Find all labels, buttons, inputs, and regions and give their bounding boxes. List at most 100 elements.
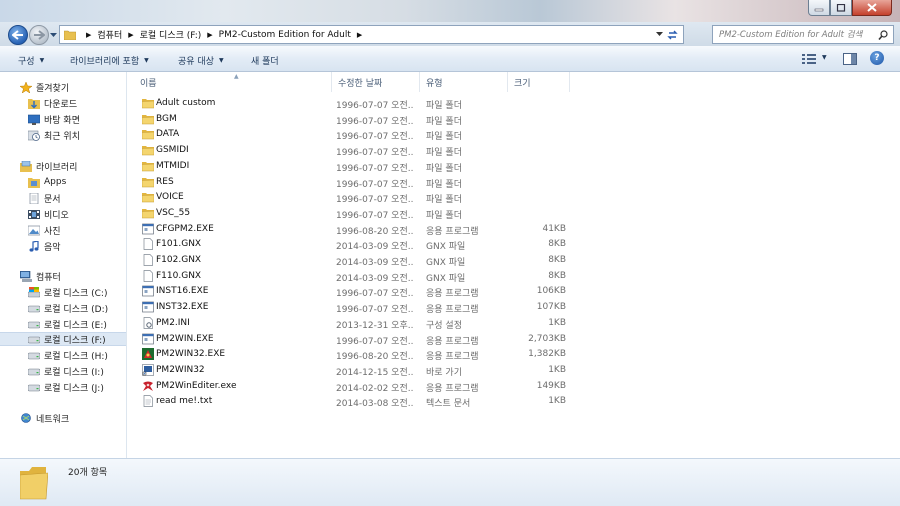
- chevron-right-icon[interactable]: ▶: [128, 31, 133, 39]
- nav-item-drive-h[interactable]: 로컬 디스크 (H:): [0, 348, 126, 362]
- system-drive-icon: [28, 286, 40, 298]
- file-row[interactable]: PM2WIN.EXE 1996-07-07 오전... 응용 프로그램 2,703KB: [138, 332, 698, 347]
- file-row[interactable]: GSMIDI 1996-07-07 오전... 파일 폴더: [138, 143, 698, 158]
- nav-item-label: 바탕 화면: [44, 115, 80, 126]
- nav-item-apps[interactable]: Apps: [0, 175, 126, 189]
- file-type: GNX 파일: [426, 273, 466, 284]
- forward-button[interactable]: [29, 25, 49, 45]
- file-row[interactable]: F101.GNX 2014-03-09 오전... GNX 파일 8KB: [138, 237, 698, 252]
- file-name: RES: [156, 176, 174, 187]
- search-box[interactable]: [712, 25, 894, 44]
- nav-item-videos[interactable]: 비디오: [0, 207, 126, 221]
- nav-item-label: 비디오: [44, 210, 69, 221]
- chevron-right-icon[interactable]: ▶: [357, 31, 362, 39]
- file-row[interactable]: Adult custom 1996-07-07 오전... 파일 폴더: [138, 96, 698, 111]
- file-name: Adult custom: [156, 98, 216, 108]
- file-row[interactable]: INST16.EXE 1996-07-07 오전... 응용 프로그램 106KB: [138, 284, 698, 299]
- file-type: 응용 프로그램: [426, 226, 479, 237]
- breadcrumb-root-chevron-icon[interactable]: ▶: [80, 31, 91, 39]
- file-date-modified: 1996-07-07 오전...: [336, 336, 414, 347]
- file-row[interactable]: PM2WIN32 2014-12-15 오전... 바로 가기 1KB: [138, 363, 698, 378]
- nav-item-drive-d[interactable]: 로컬 디스크 (D:): [0, 301, 126, 315]
- nav-item-drive-c[interactable]: 로컬 디스크 (C:): [0, 285, 126, 299]
- nav-libraries[interactable]: 라이브러리: [0, 159, 126, 173]
- file-name: F110.GNX: [156, 270, 202, 281]
- organize-button[interactable]: 구성 ▼: [18, 54, 44, 67]
- nav-item-drive-e[interactable]: 로컬 디스크 (E:): [0, 317, 126, 331]
- file-row[interactable]: VSC_55 1996-07-07 오전... 파일 폴더: [138, 206, 698, 221]
- nav-item-drive-j[interactable]: 로컬 디스크 (J:): [0, 380, 126, 394]
- column-header-date[interactable]: 수정한 날짜: [332, 72, 420, 92]
- nav-item-pictures[interactable]: 사진: [0, 223, 126, 237]
- nav-computer[interactable]: 컴퓨터: [0, 269, 126, 283]
- column-header-name[interactable]: 이름 ▲: [134, 72, 332, 92]
- nav-item-drive-f[interactable]: 로컬 디스크 (F:): [0, 332, 126, 346]
- new-folder-button[interactable]: 새 폴더: [251, 54, 279, 67]
- search-icon[interactable]: [878, 30, 888, 40]
- help-icon[interactable]: ?: [870, 51, 884, 65]
- chevron-down-icon: ▼: [218, 57, 224, 64]
- preview-pane-icon[interactable]: [843, 53, 857, 65]
- file-row[interactable]: PM2WinEditer.exe 2014-02-02 오전... 응용 프로그램 1…: [138, 379, 698, 394]
- recent-pages-dropdown-icon[interactable]: [50, 33, 57, 38]
- refresh-icon[interactable]: [666, 29, 679, 41]
- file-size: 1KB: [548, 396, 566, 407]
- file-row[interactable]: DATA 1996-07-07 오전... 파일 폴더: [138, 127, 698, 142]
- file-type: 파일 폴더: [426, 101, 462, 111]
- exe-icon: [142, 333, 154, 345]
- nav-item-music[interactable]: 음악: [0, 239, 126, 253]
- file-row[interactable]: F110.GNX 2014-03-09 오전... GNX 파일 8KB: [138, 269, 698, 284]
- include-in-library-button[interactable]: 라이브러리에 포함 ▼: [70, 54, 149, 67]
- file-type: GNX 파일: [426, 258, 466, 268]
- file-date-modified: 2014-02-02 오전...: [336, 383, 414, 394]
- nav-item-label: 로컬 디스크 (C:): [44, 288, 108, 299]
- view-options-dropdown-icon[interactable]: ▼: [822, 54, 827, 61]
- file-row[interactable]: BGM 1996-07-07 오전... 파일 폴더: [138, 112, 698, 127]
- file-name: PM2.INI: [156, 317, 190, 328]
- maximize-button[interactable]: [830, 0, 852, 16]
- file-row[interactable]: F102.GNX 2014-03-09 오전... GNX 파일 8KB: [138, 253, 698, 268]
- nav-item-drive-i[interactable]: 로컬 디스크 (I:): [0, 364, 126, 378]
- minimize-button[interactable]: [808, 0, 830, 16]
- column-header-type[interactable]: 유형: [420, 72, 508, 92]
- back-button[interactable]: [8, 25, 28, 45]
- text-file-icon: [142, 395, 154, 408]
- file-icon: [142, 269, 154, 282]
- file-row[interactable]: VOICE 1996-07-07 오전... 파일 폴더: [138, 190, 698, 205]
- address-history-dropdown-icon[interactable]: [656, 32, 663, 37]
- share-with-button[interactable]: 공유 대상 ▼: [178, 54, 224, 67]
- command-bar: 구성 ▼ 라이브러리에 포함 ▼ 공유 대상 ▼ 새 폴더 ▼ ?: [0, 46, 900, 72]
- share-with-label: 공유 대상: [178, 57, 214, 67]
- file-row[interactable]: PM2WIN32.EXE 1996-08-20 오전... 응용 프로그램 1,382…: [138, 347, 698, 362]
- breadcrumb-drive-f[interactable]: 로컬 디스크 (F:) ▶: [140, 28, 213, 42]
- close-button[interactable]: [852, 0, 892, 16]
- file-row[interactable]: MTMIDI 1996-07-07 오전... 파일 폴더: [138, 159, 698, 174]
- nav-network[interactable]: 네트워크: [0, 411, 126, 425]
- file-row[interactable]: RES 1996-07-07 오전... 파일 폴더: [138, 175, 698, 190]
- file-row[interactable]: CFGPM2.EXE 1996-08-20 오전... 응용 프로그램 41KB: [138, 222, 698, 237]
- nav-item-desktop[interactable]: 바탕 화면: [0, 112, 126, 126]
- file-row[interactable]: read me!.txt 2014-03-08 오전... 텍스트 문서 1KB: [138, 394, 698, 409]
- file-row[interactable]: INST32.EXE 1996-07-07 오전... 응용 프로그램 107KB: [138, 300, 698, 315]
- game-exe-icon: [142, 348, 154, 361]
- title-bar: [0, 0, 900, 22]
- file-date-modified: 1996-07-07 오전...: [336, 210, 414, 221]
- breadcrumb-computer[interactable]: 컴퓨터 ▶: [97, 28, 133, 42]
- file-row[interactable]: PM2.INI 2013-12-31 오후... 구성 설정 1KB: [138, 316, 698, 331]
- address-bar[interactable]: ▶ 컴퓨터 ▶ 로컬 디스크 (F:) ▶ PM2-Custom Edition f…: [59, 25, 684, 44]
- breadcrumb-current-folder[interactable]: PM2-Custom Edition for Adult ▶: [219, 30, 363, 40]
- file-date-modified: 1996-07-07 오전...: [336, 101, 414, 111]
- file-size: 1,382KB: [528, 349, 566, 360]
- nav-item-downloads[interactable]: 다운로드: [0, 96, 126, 110]
- nav-item-recent-places[interactable]: 최근 위치: [0, 128, 126, 142]
- file-type: GNX 파일: [426, 242, 466, 253]
- nav-favorites[interactable]: 즐겨찾기: [0, 80, 126, 94]
- chevron-right-icon[interactable]: ▶: [207, 31, 212, 39]
- column-header-size[interactable]: 크기: [508, 72, 570, 92]
- file-name: PM2WIN.EXE: [156, 333, 214, 344]
- nav-item-documents[interactable]: 문서: [0, 191, 126, 205]
- change-view-icon[interactable]: [802, 53, 816, 64]
- hard-drive-icon: [28, 350, 40, 361]
- include-library-label: 라이브러리에 포함: [70, 57, 140, 67]
- search-input[interactable]: [719, 29, 879, 40]
